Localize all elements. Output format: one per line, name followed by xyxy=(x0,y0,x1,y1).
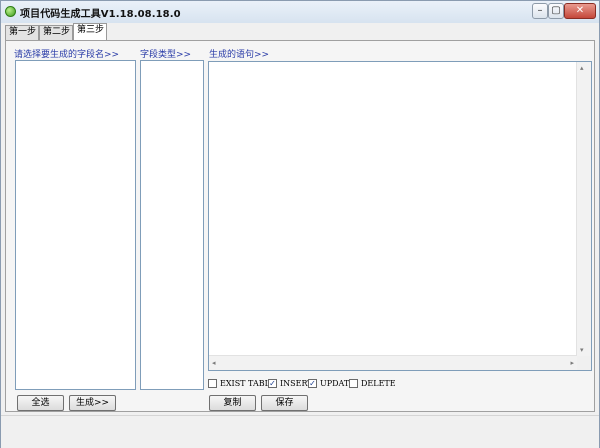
fields-listbox[interactable] xyxy=(15,60,136,390)
types-label: 字段类型>> xyxy=(140,50,192,60)
tab-step-1[interactable]: 第一步 xyxy=(5,25,39,40)
minimize-button[interactable]: – xyxy=(532,3,548,19)
check-icon[interactable]: ✓ xyxy=(308,379,317,388)
check-icon[interactable]: ✓ xyxy=(268,379,277,388)
delete-label: DELETE xyxy=(361,379,396,388)
scroll-down-icon[interactable]: ▾ xyxy=(580,346,584,354)
scrollbar-corner xyxy=(577,356,591,370)
maximize-button[interactable]: ▢ xyxy=(548,3,564,19)
tab-step-2[interactable]: 第二步 xyxy=(39,25,73,40)
scroll-left-icon[interactable]: ◂ xyxy=(212,359,216,367)
output-textarea[interactable]: ▴ ▾ ◂ ▸ xyxy=(208,61,592,371)
output-vertical-scrollbar[interactable]: ▴ ▾ xyxy=(576,62,591,356)
types-listbox[interactable] xyxy=(140,60,204,390)
scroll-right-icon[interactable]: ▸ xyxy=(570,359,574,367)
checkbox-box[interactable] xyxy=(349,379,358,388)
copy-button[interactable]: 复制 xyxy=(209,395,256,411)
generate-button[interactable]: 生成>> xyxy=(69,395,116,411)
title-bar[interactable]: 项目代码生成工具V1.18.08.18.0 – ▢ ✕ xyxy=(1,1,599,23)
output-label: 生成的语句>> xyxy=(209,50,270,60)
output-horizontal-scrollbar[interactable]: ◂ ▸ xyxy=(209,355,577,370)
app-icon xyxy=(5,6,16,17)
status-bar xyxy=(1,415,599,448)
close-button[interactable]: ✕ xyxy=(564,3,596,19)
tab-step-3[interactable]: 第三步 xyxy=(73,23,107,40)
select-all-button[interactable]: 全选 xyxy=(17,395,64,411)
fields-label: 请选择要生成的字段名>> xyxy=(14,50,120,60)
app-window: 项目代码生成工具V1.18.08.18.0 – ▢ ✕ 第一步 第二步 第三步 … xyxy=(0,0,600,448)
save-button[interactable]: 保存 xyxy=(261,395,308,411)
window-title: 项目代码生成工具V1.18.08.18.0 xyxy=(20,9,181,20)
checkbox-box[interactable] xyxy=(208,379,217,388)
scroll-up-icon[interactable]: ▴ xyxy=(580,64,584,72)
